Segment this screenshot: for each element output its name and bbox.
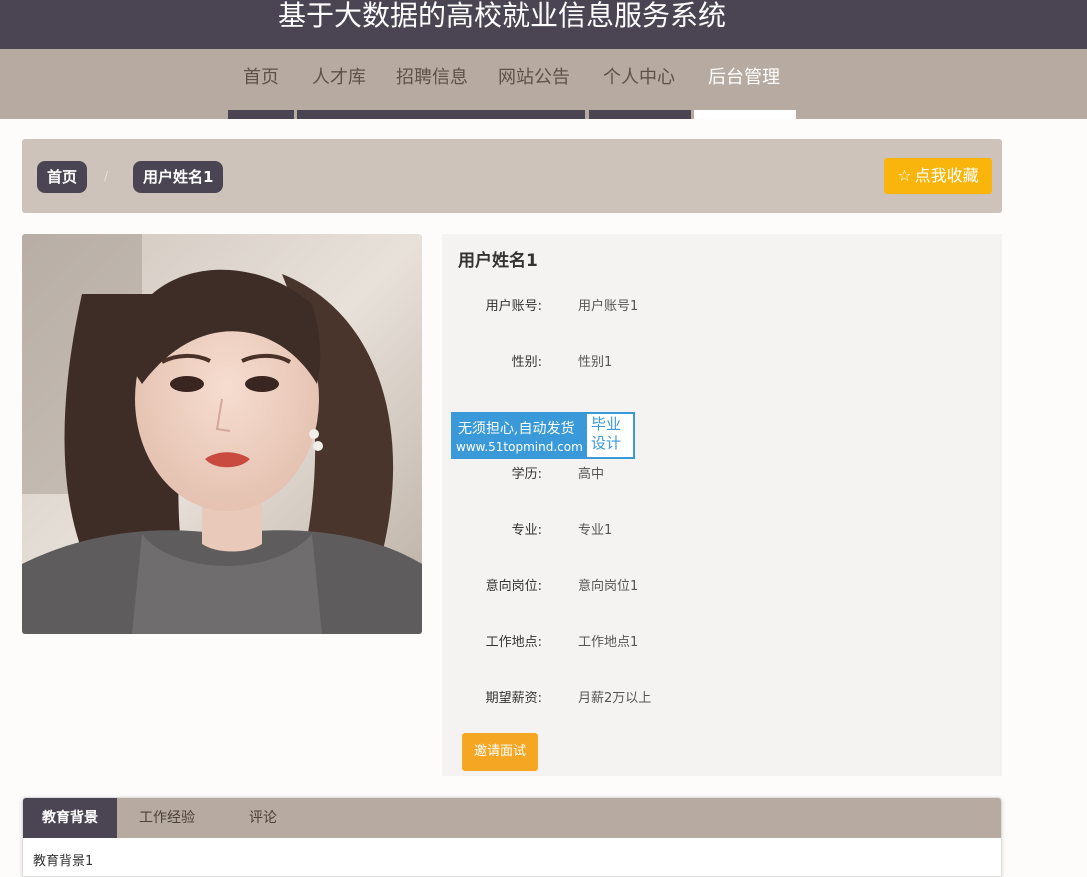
field-label: 意向岗位: — [485, 579, 542, 594]
favorite-button[interactable]: ☆ 点我收藏 — [884, 158, 992, 194]
field-value: 性别1 — [578, 355, 613, 370]
breadcrumb-separator: / — [104, 169, 109, 183]
top-header: 基于大数据的高校就业信息服务系统 — [0, 0, 1087, 49]
field-row-major: 专业: 专业1 — [442, 520, 1002, 542]
field-label: 用户账号: — [485, 299, 542, 314]
watermark-left: 无须担心,自动发货 www.51topmind.com — [453, 414, 587, 457]
watermark-badge: 无须担心,自动发货 www.51topmind.com 毕业设计 — [451, 412, 635, 459]
field-value: 专业1 — [578, 523, 613, 538]
nav-item-job-info[interactable]: 招聘信息 — [396, 67, 468, 89]
watermark-right: 毕业设计 — [591, 415, 622, 452]
tab-content: 教育背景1 — [33, 854, 94, 869]
field-value: 月薪2万以上 — [578, 691, 652, 706]
nav-item-home[interactable]: 首页 — [243, 67, 279, 89]
invite-interview-button[interactable]: 邀请面试 — [462, 733, 538, 771]
field-row-work-location: 工作地点: 工作地点1 — [442, 632, 1002, 654]
field-value: 工作地点1 — [578, 635, 639, 650]
breadcrumb-current: 用户姓名1 — [133, 161, 224, 193]
breadcrumb-home[interactable]: 首页 — [37, 161, 88, 193]
field-row-account: 用户账号: 用户账号1 — [442, 296, 1002, 318]
favorite-button-label: 点我收藏 — [914, 166, 979, 185]
field-value: 用户账号1 — [578, 299, 639, 314]
field-row-education: 学历: 高中 — [442, 464, 1002, 486]
nav-indicator — [589, 110, 691, 119]
watermark-line1: 无须担心,自动发货 — [458, 421, 575, 437]
site-title: 基于大数据的高校就业信息服务系统 — [277, 0, 726, 32]
nav-indicator — [297, 110, 585, 119]
field-label: 性别: — [511, 355, 542, 370]
field-label: 期望薪资: — [485, 691, 542, 706]
profile-photo — [22, 234, 422, 634]
field-value: 高中 — [578, 467, 605, 482]
main-nav: 首页 人才库 招聘信息 网站公告 个人中心 后台管理 — [0, 49, 1087, 119]
nav-indicator-active — [694, 110, 796, 119]
profile-name: 用户姓名1 — [458, 251, 538, 271]
watermark-line2: www.51topmind.com — [456, 440, 583, 454]
tabs-header: 教育背景 工作经验 评论 — [23, 798, 1001, 838]
field-row-gender: 性别: 性别1 — [442, 352, 1002, 374]
field-row-expected-salary: 期望薪资: 月薪2万以上 — [442, 688, 1002, 710]
field-value: 意向岗位1 — [578, 579, 639, 594]
field-label: 工作地点: — [485, 635, 542, 650]
nav-item-personal-center[interactable]: 个人中心 — [603, 67, 675, 89]
detail-tabs: 教育背景 工作经验 评论 教育背景1 — [22, 797, 1002, 877]
field-label: 专业: — [511, 523, 542, 538]
tab-work-experience[interactable]: 工作经验 — [127, 798, 207, 838]
nav-indicator — [228, 110, 294, 119]
field-row-desired-position: 意向岗位: 意向岗位1 — [442, 576, 1002, 598]
field-label: 学历: — [511, 467, 542, 482]
nav-item-talent-pool[interactable]: 人才库 — [312, 67, 366, 89]
tab-comments[interactable]: 评论 — [233, 798, 293, 838]
tab-education[interactable]: 教育背景 — [23, 798, 117, 838]
breadcrumb: 首页 / 用户姓名1 ☆ 点我收藏 — [22, 139, 1002, 213]
nav-item-announcements[interactable]: 网站公告 — [498, 67, 570, 89]
star-outline-icon: ☆ — [897, 166, 912, 185]
profile-info-panel: 用户姓名1 用户账号: 用户账号1 性别: 性别1 学历: 高中 专业: 专业1… — [442, 234, 1002, 776]
nav-item-admin[interactable]: 后台管理 — [708, 67, 780, 89]
